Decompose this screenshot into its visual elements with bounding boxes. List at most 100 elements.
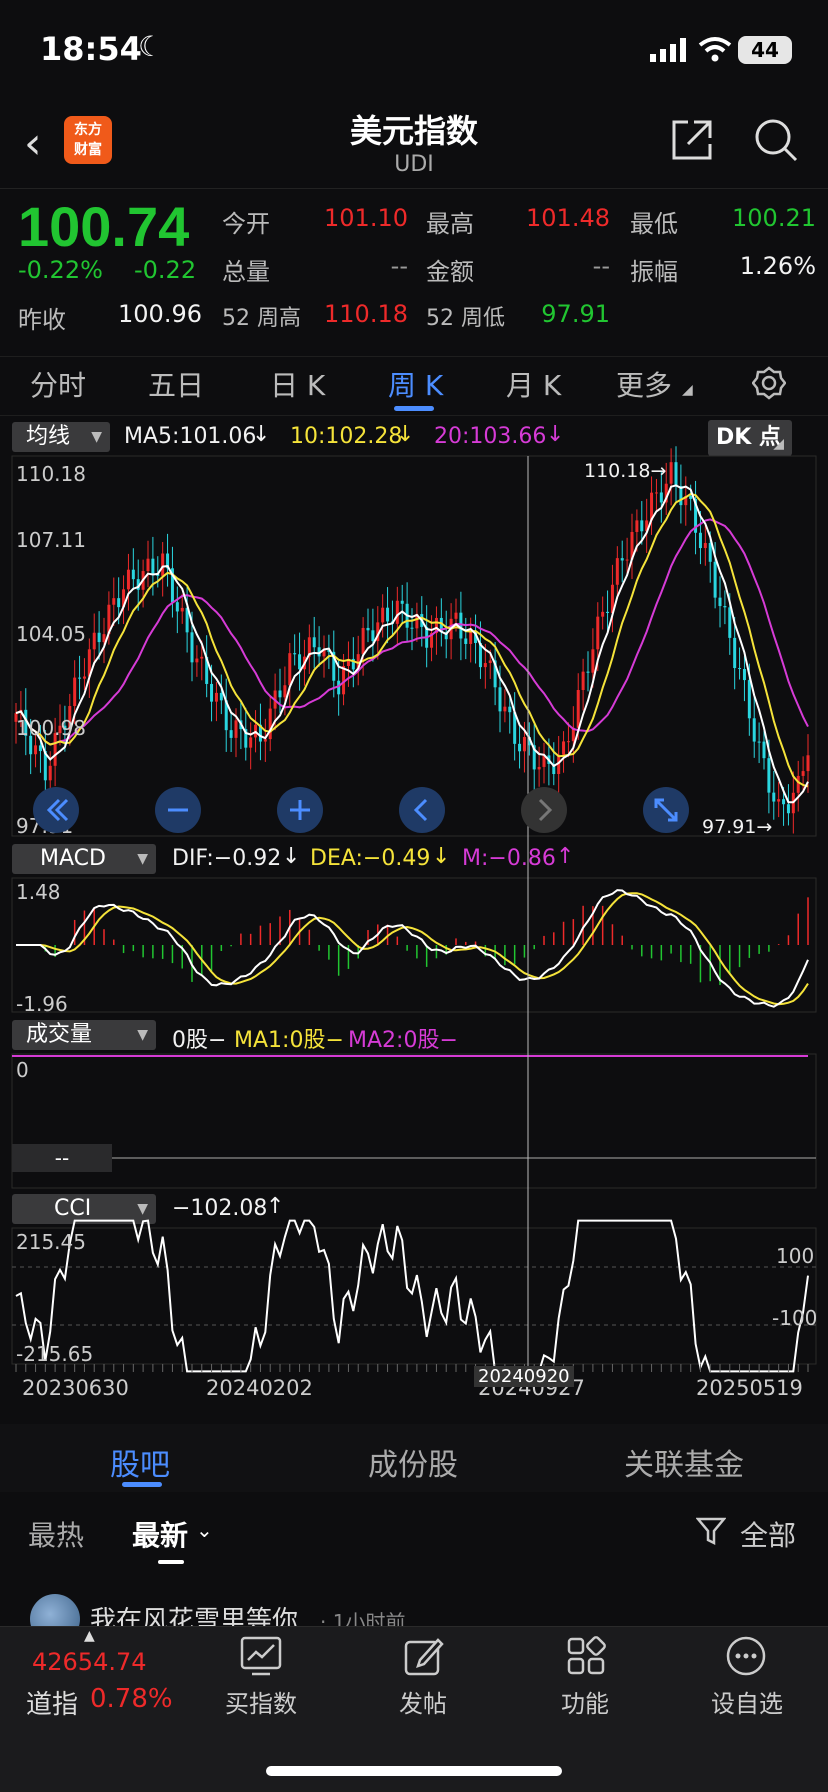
- sort-new-underline: [158, 1560, 184, 1564]
- candle-body: [620, 558, 624, 561]
- candle-body: [606, 611, 610, 614]
- candle-body: [263, 739, 267, 742]
- tab-stock-forum[interactable]: 股吧: [110, 1440, 170, 1484]
- last-price: 100.74: [18, 195, 190, 258]
- volume-cursor-value: --: [12, 1144, 112, 1172]
- sort-hot[interactable]: 最热: [28, 1514, 84, 1554]
- kline-chart[interactable]: [0, 416, 828, 1416]
- candle-body: [386, 607, 390, 622]
- candle-body: [48, 765, 52, 781]
- candle-body: [767, 758, 771, 793]
- candle-body: [518, 743, 522, 752]
- sort-new[interactable]: 最新: [132, 1514, 188, 1554]
- candle-body: [703, 543, 707, 549]
- post-edit-icon[interactable]: [404, 1636, 444, 1676]
- candle-body: [508, 706, 512, 713]
- candle-body: [469, 630, 473, 644]
- cursor-date: 20240920: [474, 1366, 574, 1387]
- y-label-top: 110.18: [16, 462, 86, 486]
- candle-body: [381, 607, 385, 623]
- caret-up-icon: ▲: [84, 1628, 95, 1644]
- candle-body: [786, 804, 790, 814]
- tab-monthly-k[interactable]: 月 K: [506, 364, 561, 404]
- cci-line: [15, 1219, 809, 1373]
- change-value: -0.22: [134, 256, 197, 284]
- buy-index-label[interactable]: 买指数: [206, 1684, 316, 1719]
- candle-body: [566, 741, 570, 743]
- more-options-icon[interactable]: [726, 1636, 766, 1676]
- candle-body: [97, 632, 101, 643]
- high-marker: 110.18→: [584, 460, 667, 482]
- tab-daily-k[interactable]: 日 K: [270, 364, 325, 404]
- ticker-value[interactable]: 42654.74: [32, 1648, 147, 1676]
- zoom-out-icon[interactable]: [154, 786, 202, 834]
- candle-body: [562, 741, 566, 755]
- status-time: 18:54: [40, 30, 142, 68]
- high-value: 101.48: [526, 204, 610, 232]
- candle-body: [625, 559, 629, 561]
- functions-label[interactable]: 功能: [530, 1684, 640, 1719]
- search-icon[interactable]: [752, 116, 800, 164]
- candle-body: [713, 561, 717, 598]
- functions-icon[interactable]: [566, 1636, 606, 1676]
- candle-body: [723, 606, 727, 608]
- zoom-in-icon[interactable]: [276, 786, 324, 834]
- candle-body: [175, 602, 179, 612]
- prev-close-value: 100.96: [118, 300, 202, 328]
- y-label-4: 100.98: [16, 716, 86, 740]
- filter-label[interactable]: 全部: [740, 1514, 796, 1554]
- high-label: 最高: [426, 210, 474, 238]
- candle-body: [772, 792, 776, 802]
- candle-body: [278, 690, 282, 698]
- candle-body: [34, 745, 38, 755]
- scroll-left-icon[interactable]: [32, 786, 80, 834]
- candle-body: [410, 627, 414, 629]
- candle-body: [718, 597, 722, 607]
- amount-value: --: [592, 252, 610, 280]
- candle-body: [806, 755, 810, 772]
- tab-five-day[interactable]: 五日: [148, 364, 204, 404]
- volume-y-top: 0: [16, 1058, 29, 1082]
- tab-constituents[interactable]: 成份股: [368, 1440, 458, 1484]
- buy-index-icon[interactable]: [240, 1636, 282, 1676]
- volume-frame: [11, 1053, 817, 1189]
- share-icon[interactable]: [668, 116, 716, 164]
- fullscreen-icon[interactable]: [642, 786, 690, 834]
- ticker-name[interactable]: 道指: [26, 1684, 78, 1721]
- tab-related-funds[interactable]: 关联基金: [624, 1440, 744, 1484]
- battery-icon: 44: [738, 36, 792, 64]
- candle-body: [283, 685, 287, 698]
- x-date-2: 20240202: [206, 1376, 313, 1400]
- candle-body: [728, 607, 732, 638]
- tab-more[interactable]: 更多: [616, 364, 672, 404]
- candle-body: [733, 637, 737, 669]
- tab-weekly-k[interactable]: 周 K: [388, 364, 443, 404]
- wifi-icon: [698, 37, 732, 62]
- candle-body: [92, 632, 96, 650]
- candle-body: [400, 600, 404, 604]
- w52-low-value: 97.91: [541, 300, 610, 328]
- candle-body: [268, 708, 272, 740]
- candle-body: [112, 598, 116, 605]
- step-right-icon[interactable]: [520, 786, 568, 834]
- candle-body: [669, 462, 673, 484]
- candle-body: [708, 543, 712, 562]
- settings-icon[interactable]: [752, 366, 786, 400]
- cci-level-high: 100: [776, 1244, 815, 1268]
- low-label: 最低: [630, 210, 678, 238]
- step-left-icon[interactable]: [398, 786, 446, 834]
- signal-icon: [650, 38, 686, 62]
- tab-intraday[interactable]: 分时: [30, 364, 86, 404]
- volume-label: 总量: [222, 258, 270, 286]
- candle-body: [591, 649, 595, 673]
- candle-body: [601, 611, 605, 617]
- candle-body: [293, 653, 297, 655]
- change-pct: -0.22%: [18, 256, 103, 284]
- filter-icon[interactable]: [696, 1516, 726, 1546]
- candle-body: [288, 653, 292, 686]
- candle-body: [483, 663, 487, 668]
- candle-body: [576, 690, 580, 728]
- post-label[interactable]: 发帖: [368, 1684, 478, 1719]
- add-watchlist-label[interactable]: 设自选: [692, 1684, 802, 1719]
- candle-body: [151, 558, 155, 575]
